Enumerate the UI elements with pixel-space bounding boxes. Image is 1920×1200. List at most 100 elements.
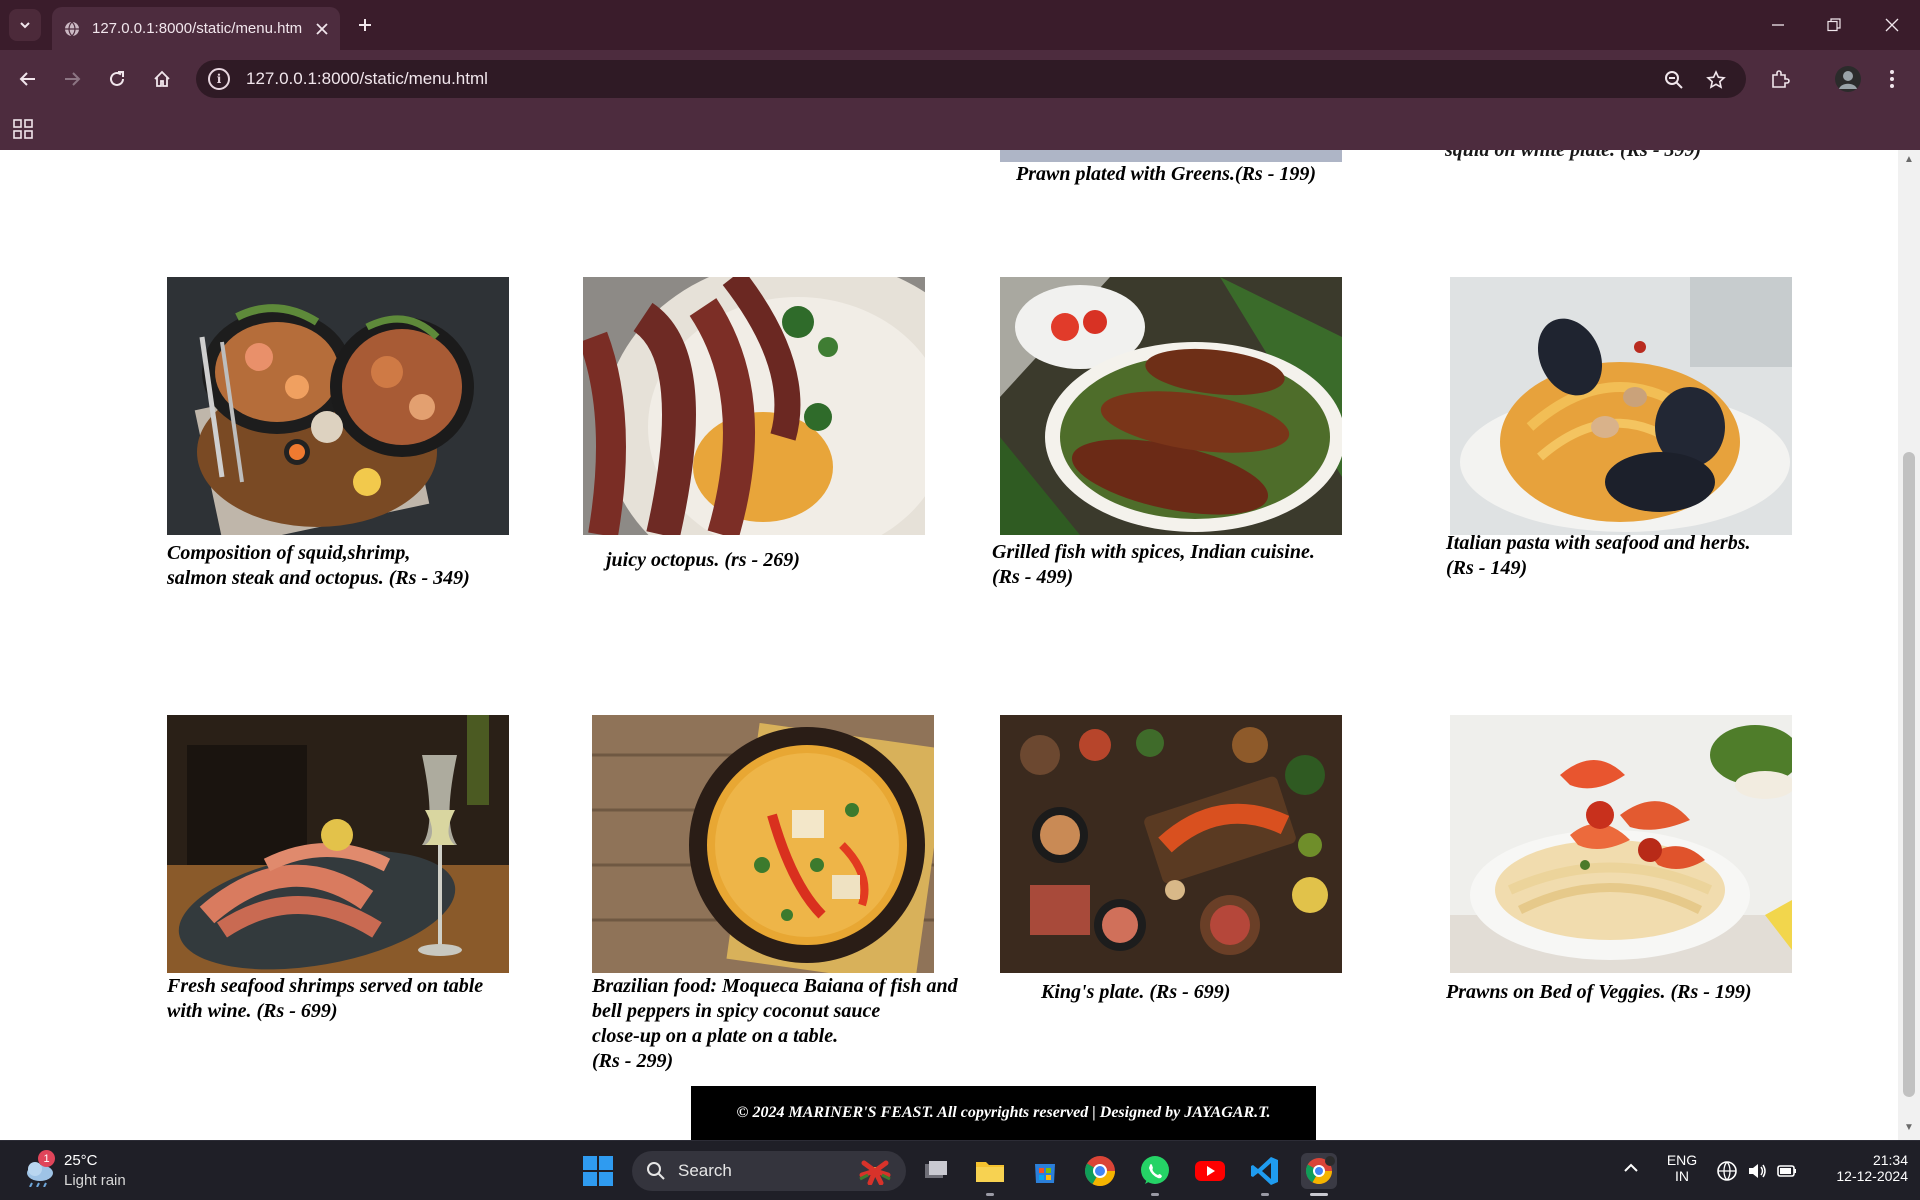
start-button[interactable] bbox=[582, 1155, 614, 1192]
whatsapp-icon[interactable] bbox=[1137, 1153, 1173, 1196]
caption-line: Grilled fish with spices, Indian cuisine… bbox=[992, 541, 1315, 563]
microsoft-store-icon[interactable] bbox=[1027, 1153, 1063, 1189]
browser-menu-button[interactable] bbox=[1876, 63, 1908, 95]
caption-line: juicy octopus. (rs - 269) bbox=[606, 549, 800, 571]
caption-line: salmon steak and octopus. (Rs - 349) bbox=[167, 567, 470, 589]
url-text[interactable]: 127.0.0.1:8000/static/menu.html bbox=[246, 69, 488, 89]
chrome-active-icon[interactable] bbox=[1301, 1153, 1337, 1196]
caption-line: bell peppers in spicy coconut sauce bbox=[592, 1000, 881, 1022]
reload-icon bbox=[110, 71, 124, 86]
clock-time: 21:34 bbox=[1872, 1152, 1908, 1168]
network-icon[interactable] bbox=[1716, 1160, 1738, 1187]
page-scrollbar[interactable]: ▲ ▼ bbox=[1898, 150, 1920, 1140]
reload-button[interactable] bbox=[101, 63, 133, 95]
dish-caption: Italian pasta with seafood and herbs. (R… bbox=[1446, 531, 1751, 581]
address-bar[interactable]: i 127.0.0.1:8000/static/menu.html bbox=[196, 60, 1746, 98]
page-footer: © 2024 MARINER'S FEAST. All copyrights r… bbox=[691, 1086, 1316, 1140]
forward-button[interactable] bbox=[56, 63, 88, 95]
dish-caption: Prawns on Bed of Veggies. (Rs - 199) bbox=[1446, 980, 1752, 1005]
caption-line: Composition of squid,shrimp, bbox=[167, 542, 411, 564]
active-tab[interactable]: 127.0.0.1:8000/static/menu.htm bbox=[52, 7, 340, 50]
clock[interactable]: 21:34 12-12-2024 bbox=[1812, 1152, 1908, 1184]
home-button[interactable] bbox=[146, 63, 178, 95]
weather-badge: 1 bbox=[38, 1150, 55, 1167]
seafood-platter-image bbox=[167, 277, 509, 535]
region-code: IN bbox=[1675, 1168, 1689, 1184]
caption-line: close-up on a plate on a table. bbox=[592, 1025, 839, 1047]
search-label: Search bbox=[678, 1161, 732, 1180]
tab-search-button[interactable] bbox=[9, 9, 41, 41]
apps-grid-icon[interactable] bbox=[12, 118, 34, 145]
vscode-icon[interactable] bbox=[1247, 1153, 1283, 1196]
back-button[interactable] bbox=[12, 63, 44, 95]
search-icon bbox=[647, 1162, 665, 1180]
language-code: ENG bbox=[1666, 1152, 1698, 1168]
close-window-button[interactable] bbox=[1864, 0, 1920, 50]
windows-taskbar: 1 25°C Light rain Search ENG IN 21:34 12… bbox=[0, 1140, 1920, 1200]
dish-caption: Composition of squid,shrimp, salmon stea… bbox=[167, 541, 470, 591]
caption-line: (Rs - 149) bbox=[1446, 557, 1528, 579]
dish-caption: Brazilian food: Moqueca Baiana of fish a… bbox=[592, 974, 958, 1074]
clock-date: 12-12-2024 bbox=[1836, 1168, 1908, 1184]
caption-line: (Rs - 499) bbox=[992, 566, 1074, 588]
volume-icon[interactable] bbox=[1746, 1160, 1768, 1187]
scroll-thumb[interactable] bbox=[1903, 452, 1915, 1097]
arrow-right-icon bbox=[65, 72, 81, 86]
site-info-icon[interactable]: i bbox=[208, 68, 230, 90]
bookmarks-bar bbox=[0, 108, 1920, 150]
prawn-greens-image bbox=[1000, 150, 1342, 162]
zoom-icon[interactable] bbox=[1662, 68, 1686, 92]
extensions-button[interactable] bbox=[1764, 63, 1796, 95]
profile-avatar[interactable] bbox=[1832, 63, 1864, 95]
bookmark-star-icon[interactable] bbox=[1704, 68, 1728, 92]
dish-caption: Fresh seafood shrimps served on table wi… bbox=[167, 974, 483, 1024]
chrome-icon[interactable] bbox=[1082, 1153, 1118, 1189]
weather-widget[interactable]: 1 bbox=[22, 1150, 56, 1188]
dish-caption: squid on white plate. (Rs - 399) bbox=[1445, 150, 1702, 161]
dish-caption: Prawn plated with Greens.(Rs - 199) bbox=[1016, 163, 1317, 185]
kings-plate-image bbox=[1000, 715, 1342, 973]
youtube-icon[interactable] bbox=[1192, 1153, 1228, 1189]
caption-line: Brazilian food: Moqueca Baiana of fish a… bbox=[592, 975, 958, 997]
scroll-down-icon[interactable]: ▼ bbox=[1903, 1122, 1915, 1134]
prawns-veggies-image bbox=[1450, 715, 1792, 973]
language-indicator[interactable]: ENG IN bbox=[1662, 1152, 1702, 1184]
moqueca-image bbox=[592, 715, 934, 973]
arrow-left-icon bbox=[19, 72, 35, 86]
caption-line: with wine. (Rs - 699) bbox=[167, 1000, 338, 1022]
file-explorer-icon[interactable] bbox=[972, 1153, 1008, 1196]
caption-line: Prawns on Bed of Veggies. (Rs - 199) bbox=[1446, 981, 1752, 1003]
grilled-fish-image bbox=[1000, 277, 1342, 535]
more-vertical-icon bbox=[1890, 70, 1894, 88]
taskbar-search[interactable]: Search bbox=[632, 1151, 906, 1191]
weather-description[interactable]: Light rain bbox=[64, 1172, 126, 1189]
restore-icon bbox=[1827, 18, 1841, 32]
close-icon bbox=[1885, 18, 1899, 32]
dish-caption: King's plate. (Rs - 699) bbox=[1041, 980, 1230, 1005]
page-viewport: Prawn plated with Greens.(Rs - 199) squi… bbox=[0, 150, 1898, 1140]
plus-icon bbox=[359, 19, 371, 31]
caption-line: Italian pasta with seafood and herbs. bbox=[1446, 532, 1751, 554]
caption-line: King's plate. (Rs - 699) bbox=[1041, 981, 1231, 1003]
globe-icon bbox=[65, 21, 79, 36]
poinsettia-icon bbox=[859, 1160, 891, 1185]
task-view-icon[interactable] bbox=[918, 1153, 954, 1189]
octopus-image bbox=[583, 277, 925, 535]
battery-icon[interactable] bbox=[1776, 1160, 1798, 1187]
close-tab-icon[interactable] bbox=[316, 22, 328, 35]
dish-caption: Grilled fish with spices, Indian cuisine… bbox=[992, 540, 1315, 590]
browser-tab-bar: 127.0.0.1:8000/static/menu.htm bbox=[0, 0, 1920, 50]
scroll-up-icon[interactable]: ▲ bbox=[1903, 154, 1915, 166]
restore-button[interactable] bbox=[1806, 0, 1862, 50]
home-icon bbox=[154, 70, 170, 87]
weather-temperature[interactable]: 25°C bbox=[64, 1152, 98, 1169]
caption-line: Fresh seafood shrimps served on table bbox=[167, 975, 484, 997]
tab-title: 127.0.0.1:8000/static/menu.htm bbox=[92, 20, 302, 37]
browser-toolbar: i 127.0.0.1:8000/static/menu.html bbox=[0, 50, 1920, 108]
minimize-button[interactable] bbox=[1750, 0, 1806, 50]
seafood-pasta-image bbox=[1450, 277, 1792, 535]
chevron-down-icon bbox=[20, 22, 30, 29]
minimize-icon bbox=[1772, 24, 1784, 26]
new-tab-button[interactable] bbox=[350, 10, 380, 40]
show-hidden-icons-button[interactable] bbox=[1622, 1161, 1640, 1180]
